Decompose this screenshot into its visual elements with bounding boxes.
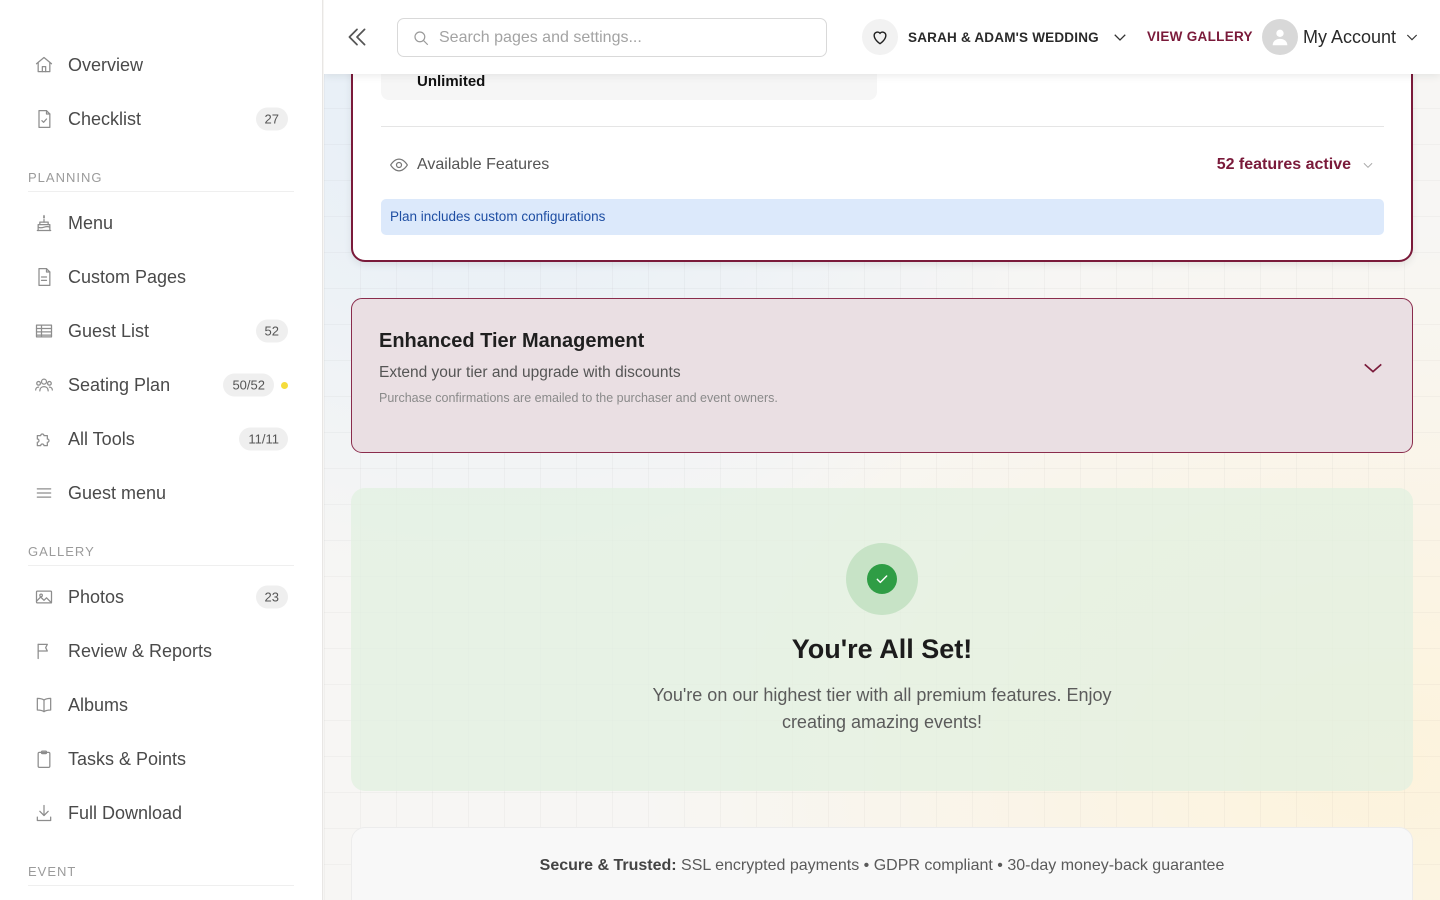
main-content: Unlimited Available Features 52 features… (324, 0, 1440, 900)
enhanced-tier-card[interactable]: Enhanced Tier Management Extend your tie… (351, 298, 1413, 453)
menu-lines-icon (33, 482, 55, 504)
secure-text: SSL encrypted payments • GDPR compliant … (676, 857, 1225, 874)
sidebar-item-guest-list[interactable]: Guest List 52 (28, 304, 294, 358)
features-count: 52 features active (1216, 156, 1351, 173)
all-set-panel: You're All Set! You're on our highest ti… (351, 488, 1413, 791)
heart-icon (862, 19, 898, 55)
sidebar-item-full-download[interactable]: Full Download (28, 786, 294, 840)
collapse-sidebar-button[interactable] (344, 24, 370, 50)
count-badge: 11/11 (239, 427, 288, 451)
status-dot (281, 382, 288, 389)
flag-icon (33, 640, 55, 662)
features-label: Available Features (417, 156, 550, 173)
search-icon (414, 30, 429, 45)
event-name: SARAH & ADAM'S WEDDING (908, 29, 1099, 45)
sidebar-item-photos[interactable]: Photos 23 (28, 570, 294, 624)
tier-note: Purchase confirmations are emailed to th… (379, 391, 778, 405)
sidebar-item-label: Overview (68, 54, 144, 75)
sidebar-item-tasks-points[interactable]: Tasks & Points (28, 732, 294, 786)
sidebar-item-label: Menu (68, 212, 114, 233)
checklist-icon (33, 108, 55, 130)
sidebar-item-label: Seating Plan (68, 374, 171, 395)
sidebar-item-label: Guest menu (68, 482, 167, 503)
sidebar-item-guest-menu[interactable]: Guest menu (28, 466, 294, 520)
sidebar-item-label: Checklist (68, 108, 142, 129)
sidebar-item-label: Photos (68, 586, 125, 607)
tier-subtitle: Extend your tier and upgrade with discou… (379, 364, 681, 381)
section-label-planning: PLANNING (28, 162, 294, 192)
available-features-toggle[interactable]: Available Features 52 features active (389, 153, 1375, 177)
double-chevron-left-icon (348, 28, 366, 46)
count-badge: 52 (255, 319, 288, 343)
event-switcher[interactable]: SARAH & ADAM'S WEDDING (862, 19, 1129, 55)
sidebar-item-review-reports[interactable]: Review & Reports (28, 624, 294, 678)
sidebar-item-custom-pages[interactable]: Custom Pages (28, 250, 294, 304)
sidebar: Overview Checklist 27 PLANNING Menu Cust… (0, 0, 323, 900)
sidebar-item-albums[interactable]: Albums (28, 678, 294, 732)
sidebar-item-overview[interactable]: Overview (28, 38, 294, 92)
limit-value: Unlimited (417, 73, 486, 90)
sidebar-item-label: Full Download (68, 802, 183, 823)
user-icon (1272, 29, 1288, 46)
tier-title: Enhanced Tier Management (379, 330, 645, 352)
book-icon (33, 694, 55, 716)
check-icon (867, 564, 897, 594)
puzzle-icon (33, 428, 55, 450)
account-label: My Account (1303, 26, 1397, 47)
sidebar-item-checklist[interactable]: Checklist 27 (28, 92, 294, 146)
all-set-title: You're All Set! (791, 634, 973, 664)
sidebar-item-menu[interactable]: Menu (28, 196, 294, 250)
clipboard-icon (33, 748, 55, 770)
success-badge (846, 543, 918, 615)
sidebar-item-label: Tasks & Points (68, 748, 187, 769)
home-icon (33, 54, 55, 76)
sidebar-item-label: All Tools (68, 428, 135, 449)
all-set-text: You're on our highest tier with all prem… (652, 685, 1112, 732)
eye-icon (389, 158, 409, 172)
cake-icon (33, 212, 55, 234)
count-badge: 27 (255, 107, 288, 131)
count-badge: 50/52 (223, 373, 274, 397)
sidebar-item-label: Guest List (68, 320, 150, 341)
download-icon (33, 802, 55, 824)
divider (381, 126, 1384, 127)
count-badge: 23 (255, 585, 288, 609)
search-input[interactable] (439, 28, 809, 47)
avatar (1262, 19, 1298, 55)
sidebar-item-label: Review & Reports (68, 640, 213, 661)
table-icon (33, 320, 55, 342)
section-label-gallery: GALLERY (28, 536, 294, 566)
section-label-event: EVENT (28, 856, 294, 886)
secure-banner: Secure & Trusted: SSL encrypted payments… (351, 827, 1413, 900)
search-box[interactable] (397, 18, 827, 57)
sidebar-item-all-tools[interactable]: All Tools 11/11 (28, 412, 294, 466)
image-icon (33, 586, 55, 608)
secure-strong: Secure & Trusted: (539, 857, 677, 874)
sidebar-item-label: Custom Pages (68, 266, 187, 287)
chevron-down-icon (1363, 162, 1373, 169)
document-icon (33, 266, 55, 288)
chevron-down-icon (1406, 34, 1418, 41)
chevron-down-icon (1114, 34, 1126, 41)
sidebar-item-label: Albums (68, 694, 129, 715)
view-gallery-link[interactable]: VIEW GALLERY (1147, 29, 1253, 44)
chevron-down-icon[interactable] (1362, 357, 1384, 379)
account-menu[interactable]: My Account (1262, 18, 1420, 56)
top-bar: SARAH & ADAM'S WEDDING VIEW GALLERY My A… (324, 0, 1440, 74)
people-icon (33, 374, 55, 396)
plan-note: Plan includes custom configurations (381, 199, 1384, 235)
sidebar-item-seating-plan[interactable]: Seating Plan 50/52 (28, 358, 294, 412)
